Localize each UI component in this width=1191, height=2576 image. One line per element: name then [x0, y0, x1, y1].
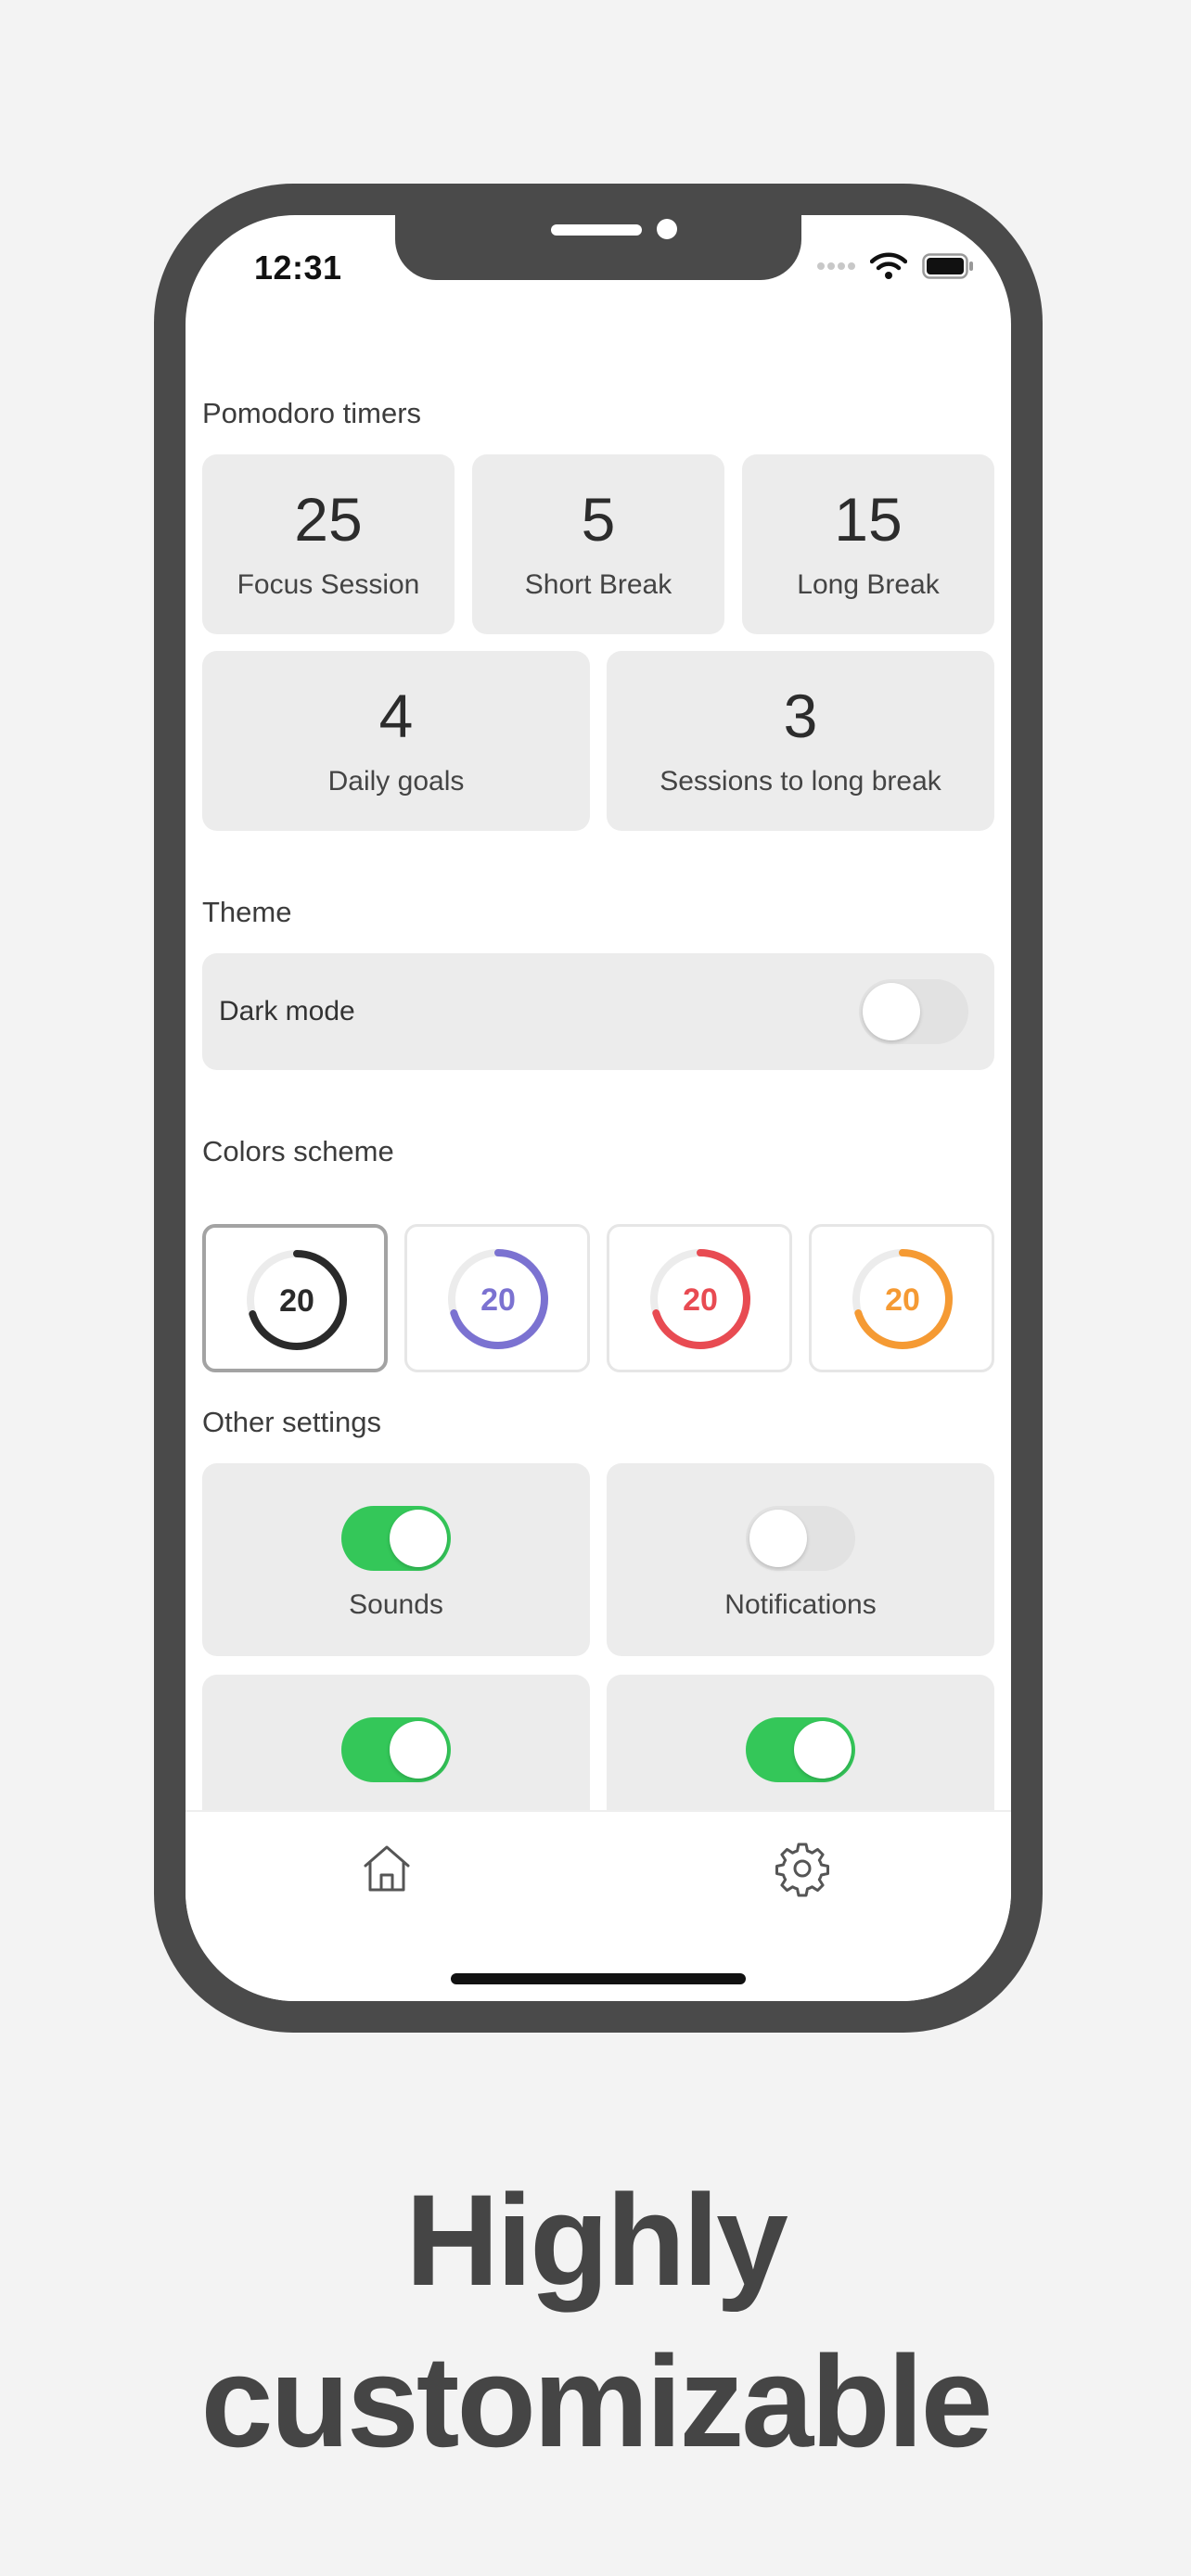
- wifi-icon: [870, 252, 907, 279]
- setting-4-toggle[interactable]: [746, 1717, 855, 1782]
- setting-label: Sounds: [349, 1589, 443, 1620]
- ring-value: 20: [885, 1282, 920, 1318]
- device-notch: [395, 215, 801, 280]
- ring-value: 20: [683, 1282, 718, 1318]
- timer-value: 25: [294, 485, 363, 554]
- timer-value: 5: [581, 485, 616, 554]
- timer-card-sessions-to-long-break[interactable]: 3 Sessions to long break: [607, 651, 994, 831]
- timer-card-short-break[interactable]: 5 Short Break: [472, 454, 724, 634]
- sounds-toggle[interactable]: [341, 1506, 451, 1571]
- setting-card-notifications: Notifications: [607, 1463, 994, 1656]
- color-scheme-purple[interactable]: 20: [404, 1224, 590, 1372]
- headline-line-2: customizable: [200, 2328, 993, 2474]
- dark-mode-row: Dark mode: [202, 953, 994, 1070]
- setting-card-sounds: Sounds: [202, 1463, 590, 1656]
- front-camera: [657, 219, 677, 239]
- timer-card-daily-goals[interactable]: 4 Daily goals: [202, 651, 590, 831]
- toggle-knob: [390, 1510, 447, 1567]
- setting-label: Notifications: [724, 1589, 877, 1620]
- notifications-toggle[interactable]: [746, 1506, 855, 1571]
- speaker-grille: [551, 224, 642, 236]
- timer-label: Short Break: [524, 569, 672, 600]
- home-icon[interactable]: [360, 1842, 414, 1900]
- headline-line-1: Highly: [405, 2167, 788, 2313]
- setting-card-3: [202, 1675, 590, 1810]
- battery-icon: [922, 253, 973, 279]
- timer-label: Focus Session: [237, 569, 420, 600]
- ring-value: 20: [279, 1283, 314, 1319]
- toggle-knob: [749, 1510, 807, 1567]
- toggle-knob: [794, 1721, 852, 1779]
- timer-label: Daily goals: [327, 766, 465, 797]
- dark-mode-label: Dark mode: [219, 996, 355, 1027]
- color-scheme-red[interactable]: 20: [607, 1224, 792, 1372]
- color-scheme-dark[interactable]: 20: [202, 1224, 388, 1372]
- section-title-timers: Pomodoro timers: [202, 397, 422, 429]
- timer-card-focus-session[interactable]: 25 Focus Session: [202, 454, 455, 634]
- signal-icon: [817, 262, 855, 270]
- home-indicator: [451, 1973, 746, 1984]
- app-screen: Pomodoro timers 25 Focus Session 5 Short…: [186, 215, 1011, 2001]
- ring-value: 20: [480, 1282, 516, 1318]
- status-icons: [816, 252, 974, 280]
- progress-ring: 20: [852, 1249, 953, 1349]
- setting-card-4: [607, 1675, 994, 1810]
- timer-label: Sessions to long break: [660, 766, 941, 797]
- settings-content[interactable]: Pomodoro timers 25 Focus Session 5 Short…: [186, 215, 1011, 1810]
- progress-ring: 20: [247, 1250, 347, 1350]
- timer-value: 15: [834, 485, 903, 554]
- color-scheme-orange[interactable]: 20: [809, 1224, 994, 1372]
- timer-card-long-break[interactable]: 15 Long Break: [742, 454, 994, 634]
- timer-value: 3: [783, 682, 818, 750]
- section-title-theme: Theme: [202, 896, 292, 928]
- timer-label: Long Break: [797, 569, 940, 600]
- phone-frame: Pomodoro timers 25 Focus Session 5 Short…: [154, 184, 1043, 2033]
- progress-ring: 20: [448, 1249, 548, 1349]
- section-title-other: Other settings: [202, 1406, 381, 1438]
- setting-3-toggle[interactable]: [341, 1717, 451, 1782]
- toggle-knob: [863, 983, 920, 1040]
- gear-icon[interactable]: [774, 1840, 831, 1902]
- dark-mode-toggle[interactable]: [859, 979, 968, 1044]
- status-time: 12:31: [254, 249, 342, 287]
- timer-value: 4: [378, 682, 414, 750]
- toggle-knob: [390, 1721, 447, 1779]
- section-title-colors: Colors scheme: [202, 1135, 394, 1167]
- progress-ring: 20: [650, 1249, 750, 1349]
